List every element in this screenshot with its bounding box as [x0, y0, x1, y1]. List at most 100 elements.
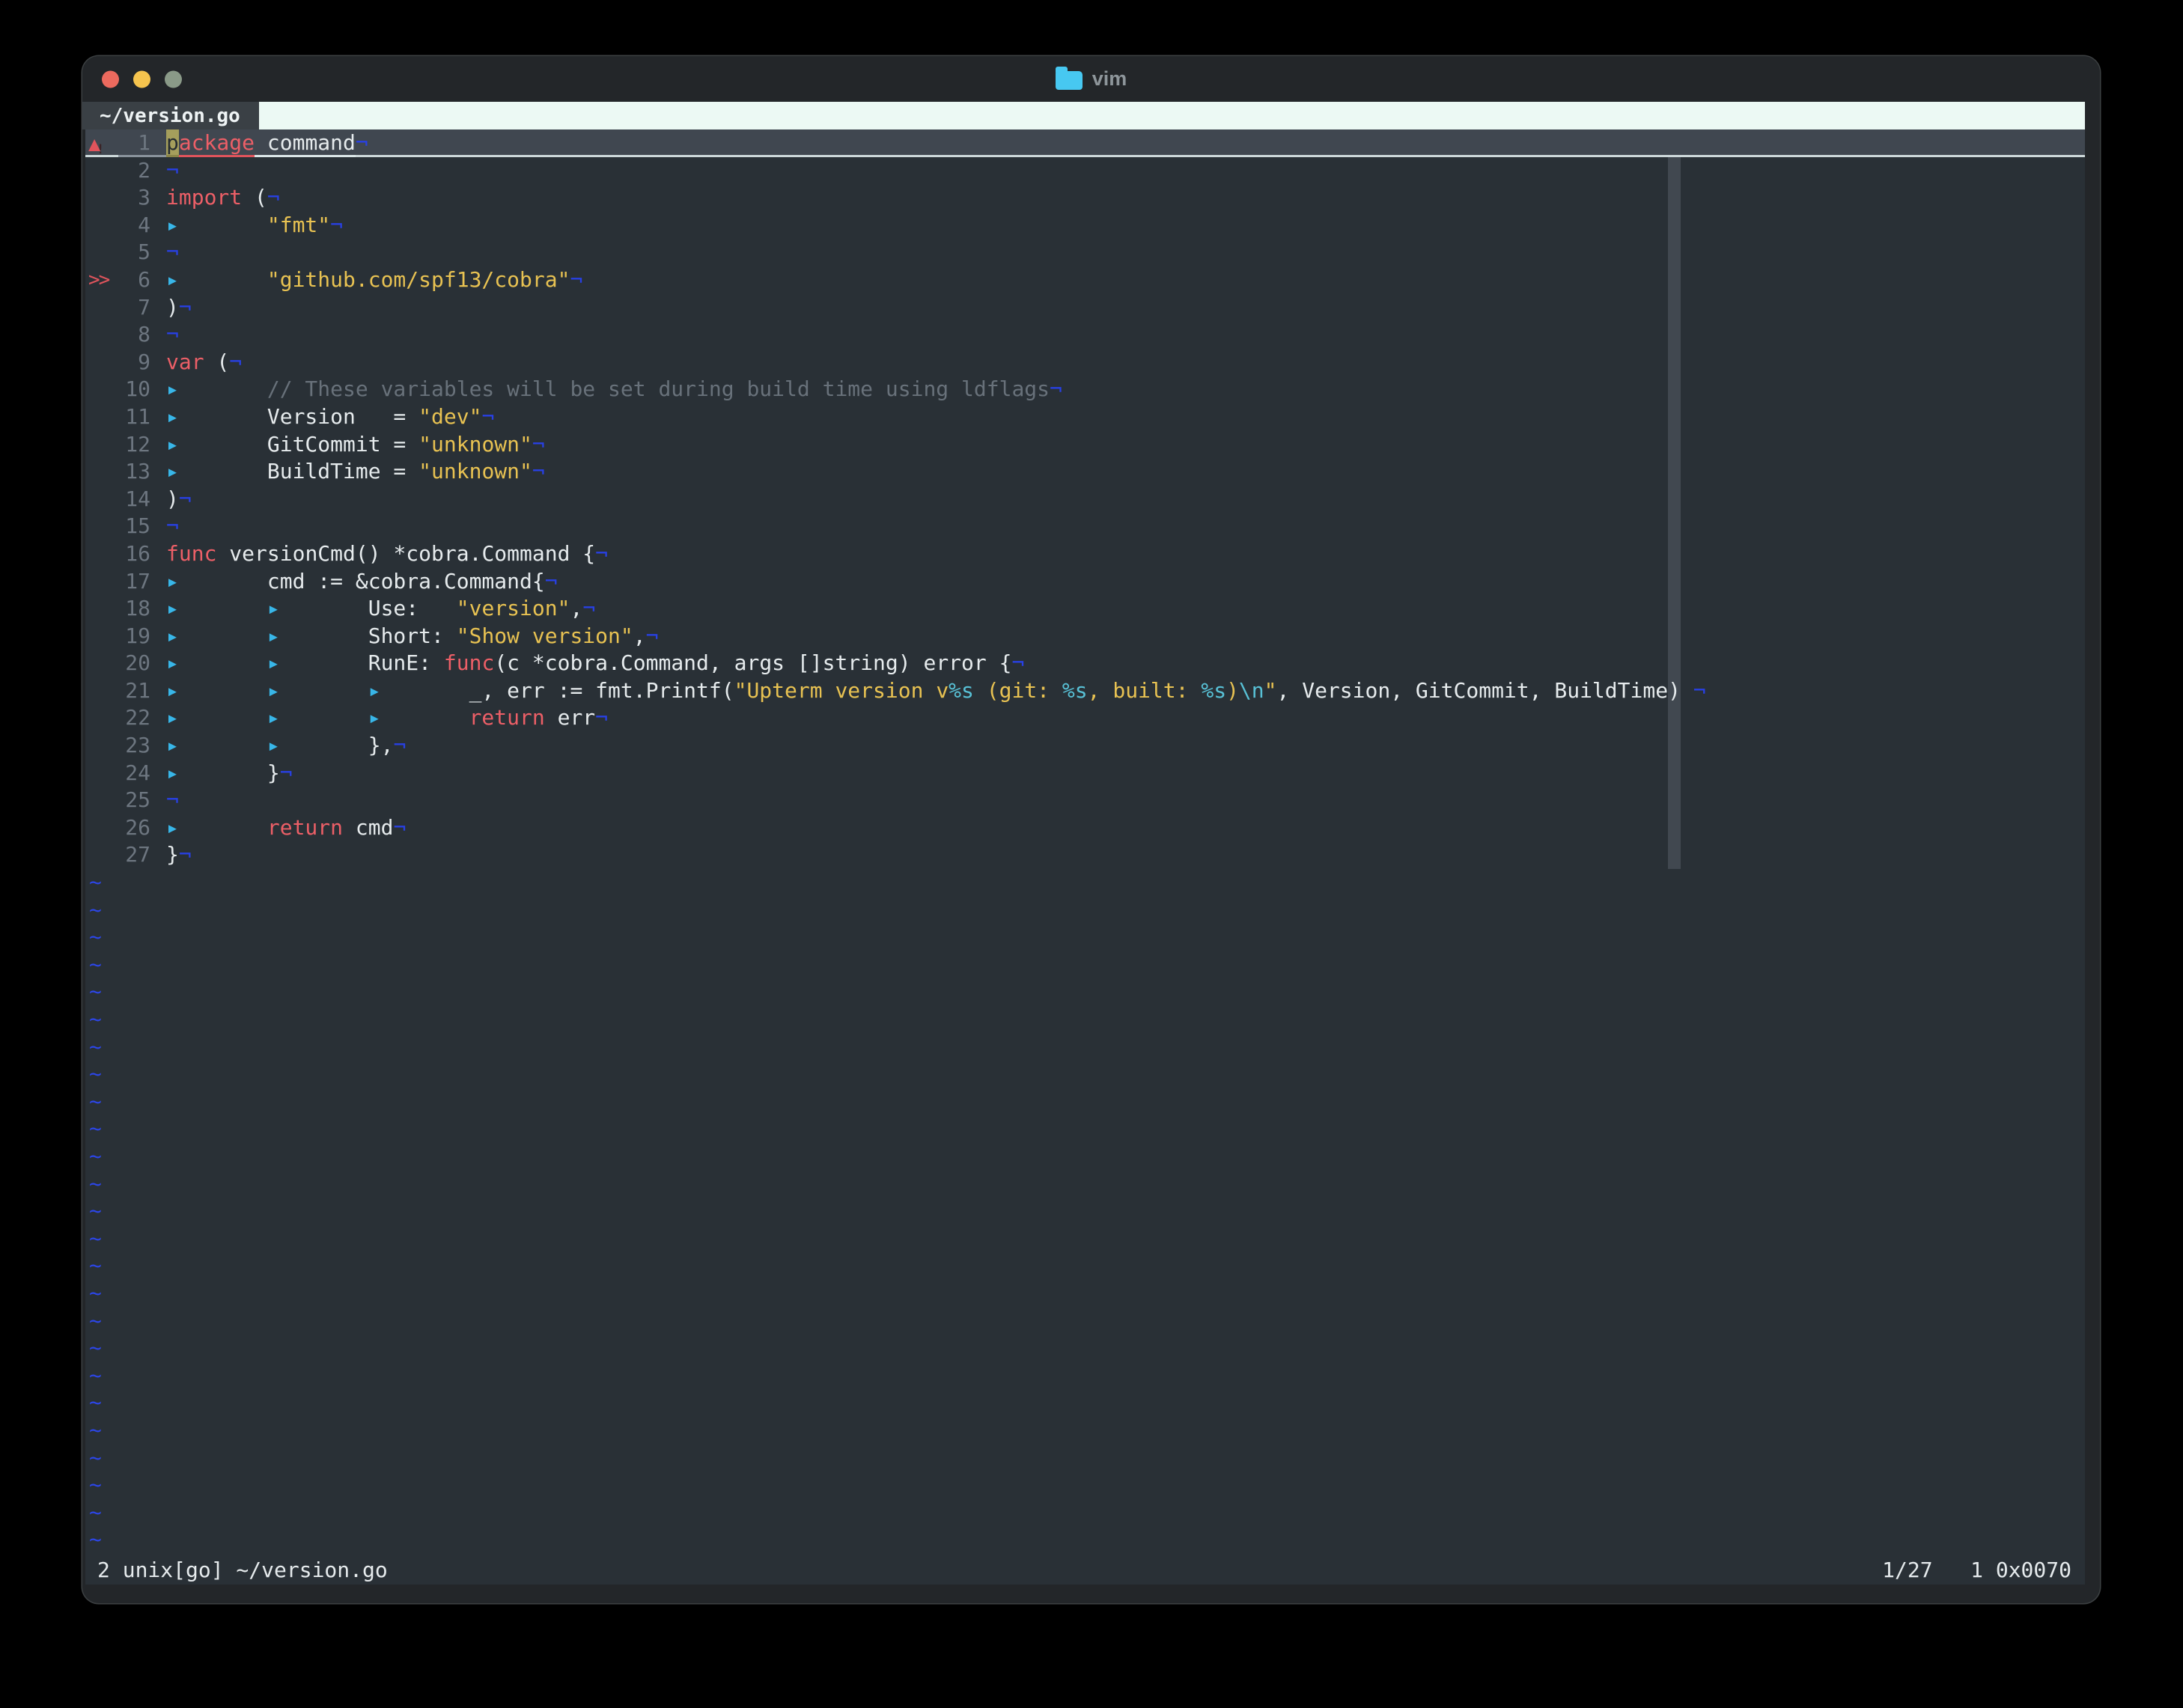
code-segment-str: "fmt"	[267, 212, 331, 237]
line-number: 13	[125, 459, 150, 484]
zoom-button[interactable]	[165, 70, 182, 88]
sign-column	[85, 760, 118, 787]
code-line-20[interactable]: 20 ▸ ▸ RunE: func(c *cobra.Command, args []…	[85, 650, 2085, 677]
line-number: 22	[125, 705, 150, 731]
close-button[interactable]	[102, 70, 119, 88]
sign-column	[85, 212, 118, 240]
minimize-button[interactable]	[133, 70, 150, 88]
eol-marker-icon: ¬	[570, 266, 583, 292]
code-line-4[interactable]: 4 ▸ "fmt"¬	[85, 212, 2085, 240]
statusline-right: 1/27 1 0x0070	[1882, 1558, 2071, 1583]
sign-column	[85, 732, 118, 760]
code-line-9[interactable]: 9 var (¬	[85, 349, 2085, 376]
code-segment-txt: (c *cobra.Command, args []string) error …	[494, 650, 1012, 676]
code-line-12[interactable]: 12 ▸ GitCommit = "unknown"¬	[85, 431, 2085, 459]
code-line-5[interactable]: 5 ¬	[85, 239, 2085, 266]
eol-marker-icon: ¬	[166, 513, 179, 539]
tilde-marker: ~	[89, 924, 102, 950]
tab-indent-icon: ▸	[166, 677, 179, 703]
tilde-marker: ~	[89, 870, 102, 895]
code-line-15[interactable]: 15 ¬	[85, 513, 2085, 540]
tab-indent-icon: ▸	[166, 431, 179, 457]
code-text: ▸ ▸ Use: "version",¬	[166, 595, 595, 623]
tilde-marker: ~	[89, 1280, 102, 1305]
code-line-26[interactable]: 26 ▸ return cmd¬	[85, 814, 2085, 842]
window-titlebar[interactable]: vim	[82, 56, 2100, 102]
code-segment-txt: cmd	[343, 814, 394, 840]
vim-terminal-window: vim ~/version.go ▲! 1 package command¬ 2 ¬ 3 i…	[82, 56, 2100, 1603]
code-line-14[interactable]: 14 )¬	[85, 486, 2085, 513]
tab-indent-icon: ▸	[267, 733, 280, 758]
code-segment-str: "	[1264, 677, 1277, 703]
empty-buffer-line: ~	[85, 978, 2085, 1006]
code-segment-cursor: p	[166, 129, 179, 157]
code-text: )¬	[166, 486, 192, 513]
code-line-2[interactable]: 2 ¬	[85, 157, 2085, 185]
line-number: 10	[125, 376, 150, 402]
empty-buffer-line: ~	[85, 1335, 2085, 1362]
sign-column	[85, 403, 118, 431]
code-line-7[interactable]: 7)¬	[85, 294, 2085, 322]
code-segment-fmt: \n	[1238, 677, 1264, 703]
empty-buffer-line: ~	[85, 1171, 2085, 1198]
code-line-27[interactable]: 27}¬	[85, 841, 2085, 869]
tilde-marker: ~	[89, 1198, 102, 1224]
eol-marker-icon: ¬	[544, 568, 558, 594]
code-line-6[interactable]: >> 6 ▸ "github.com/spf13/cobra"¬	[85, 266, 2085, 294]
tilde-marker: ~	[89, 1007, 102, 1031]
tab-indent-icon: ▸	[267, 623, 280, 648]
code-segment-txt: GitCommit =	[267, 431, 419, 457]
code-line-23[interactable]: 23 ▸ ▸},¬	[85, 732, 2085, 760]
tab-indent-icon: ▸	[267, 705, 280, 731]
code-text: ▸ ▸},¬	[166, 732, 406, 760]
tab-version-go[interactable]: ~/version.go	[82, 102, 259, 129]
sign-column	[85, 486, 118, 513]
code-line-1[interactable]: ▲! 1 package command¬	[85, 129, 2085, 157]
code-segment-txt: (	[204, 349, 230, 374]
empty-buffer-line: ~	[85, 1225, 2085, 1253]
sign-column	[85, 239, 118, 266]
tilde-marker: ~	[89, 1499, 102, 1525]
line-number: 17	[125, 568, 150, 594]
code-line-22[interactable]: 22 ▸ ▸ ▸ return err¬	[85, 704, 2085, 732]
tilde-marker: ~	[89, 1417, 102, 1442]
code-segment-txt: ,	[633, 623, 646, 648]
code-segment-txt: Use:	[368, 596, 457, 621]
code-line-19[interactable]: 19 ▸ ▸ Short: "Show version",¬	[85, 623, 2085, 650]
tab-indent-icon: ▸	[166, 266, 179, 292]
code-segment-str: "version"	[456, 596, 570, 621]
code-line-24[interactable]: 24 ▸}¬	[85, 760, 2085, 787]
code-line-16[interactable]: 16 func versionCmd() *cobra.Command {¬	[85, 540, 2085, 568]
line-number: 8	[138, 322, 150, 347]
code-text: var (¬	[166, 349, 242, 376]
eol-marker-icon: ¬	[330, 212, 344, 237]
code-line-8[interactable]: 8 ¬	[85, 321, 2085, 349]
code-line-25[interactable]: 25 ¬	[85, 787, 2085, 814]
sign-column	[85, 623, 118, 650]
tilde-marker: ~	[89, 1527, 102, 1552]
code-line-11[interactable]: 11 ▸ Version = "dev"¬	[85, 403, 2085, 431]
code-segment-txt: err	[544, 705, 596, 731]
sign-column	[85, 568, 118, 596]
eol-marker-icon: ¬	[582, 596, 596, 621]
code-text: func versionCmd() *cobra.Command {¬	[166, 540, 608, 568]
tilde-marker: ~	[89, 1088, 102, 1114]
code-text: import (¬	[166, 184, 280, 212]
code-line-17[interactable]: 17 ▸ cmd := &cobra.Command{¬	[85, 568, 2085, 596]
code-line-21[interactable]: 21 ▸ ▸ ▸ _, err := fmt.Printf("Upterm versio…	[85, 677, 2085, 705]
code-line-18[interactable]: 18 ▸ ▸ Use: "version",¬	[85, 595, 2085, 623]
code-line-3[interactable]: 3 import (¬	[85, 184, 2085, 212]
window-bottom-frame	[82, 1585, 2100, 1603]
code-line-13[interactable]: 13 ▸ BuildTime = "unknown"¬	[85, 458, 2085, 486]
code-area[interactable]: ▲! 1 package command¬ 2 ¬ 3 import (¬ 4 ▸ "fmt"¬ 5…	[85, 129, 2085, 1557]
tilde-marker: ~	[89, 1034, 102, 1059]
folder-icon	[1055, 66, 1083, 90]
line-number: 21	[125, 677, 150, 703]
sign-column	[85, 677, 118, 705]
code-text: ▸}¬	[166, 760, 293, 787]
eol-marker-icon: ¬	[393, 814, 407, 840]
empty-buffer-line: ~	[85, 1417, 2085, 1445]
empty-buffer-line: ~	[85, 1034, 2085, 1061]
code-line-10[interactable]: 10 ▸ // These variables will be set during…	[85, 376, 2085, 403]
line-number: 14	[125, 486, 150, 511]
